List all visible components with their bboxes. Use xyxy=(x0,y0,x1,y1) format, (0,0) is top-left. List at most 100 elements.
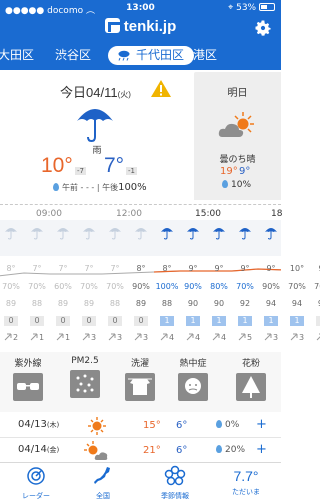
daily-row[interactable]: 04/13(木) 15° 6° 0% + xyxy=(0,414,281,438)
wind-arrow-icon xyxy=(238,333,246,341)
hourly-wind-speed: 3 xyxy=(284,333,310,342)
hourly-precip-prob: 90% xyxy=(132,282,150,291)
tab-minato[interactable]: 港区 xyxy=(193,46,217,65)
time-label: 09:00 xyxy=(36,209,62,219)
tomorrow-forecast[interactable]: 明日 曇のち晴 19° 9° 10% xyxy=(194,72,281,200)
hourly-humidity: 88 xyxy=(31,299,43,308)
hourly-rain-mm: 0 xyxy=(128,316,154,326)
hourly-temp: 9° xyxy=(266,264,276,273)
hourly-precip-prob: 90% xyxy=(184,282,202,291)
hourly-wind-speed: 3 xyxy=(102,333,128,342)
umbrella-icon xyxy=(83,228,95,240)
hourly-precip: 70% 70% 60% 70% 70% 90% 100% 90% 80% 70% 90% 70% 70% xyxy=(0,282,320,292)
wind-arrow-icon xyxy=(82,333,90,341)
today-precip: 午前 - - - | 午後100% xyxy=(53,182,147,193)
index-heatstroke[interactable]: 熱中症 xyxy=(171,356,215,405)
warning-icon[interactable] xyxy=(150,79,172,98)
umbrella-icon xyxy=(135,228,147,240)
daily-precip: 20% xyxy=(216,445,245,455)
hourly-rain-mm: 0 xyxy=(24,316,50,326)
battery-icon xyxy=(259,3,275,11)
hourly-forecast[interactable]: 09:00 12:00 15:00 18 8° 7° 7° 7° 7° 8° 8° 9° 9° 9… xyxy=(0,204,320,352)
hourly-temp: 7° xyxy=(110,264,120,273)
hourly-humidity: 94 xyxy=(310,299,320,308)
hourly-wind-speed: 4 xyxy=(310,333,320,342)
hourly-weather-icons xyxy=(0,226,281,252)
nav-season[interactable]: 季節情報 xyxy=(145,465,205,500)
wind-arrow-icon xyxy=(134,333,142,341)
pm25-icon xyxy=(70,370,100,398)
hourly-rain-mm: 0 xyxy=(0,316,24,326)
hourly-rain-mm: 0 xyxy=(50,316,76,326)
hourly-precip-prob: 70% xyxy=(28,282,46,291)
daily-date: 04/13(木) xyxy=(18,419,60,430)
hourly-rain-mm: 1 xyxy=(284,316,310,326)
wind-arrow-icon xyxy=(108,333,116,341)
wind-arrow-icon xyxy=(4,333,12,341)
umbrella-icon xyxy=(187,228,199,240)
app-header: tenki.jp xyxy=(0,18,281,40)
hourly-humidity: 88 xyxy=(161,299,173,308)
index-pollen[interactable]: 花粉 xyxy=(229,356,273,405)
expand-plus-icon[interactable]: + xyxy=(256,417,267,432)
daily-low: 6° xyxy=(176,445,188,456)
hourly-wind-speed: 3 xyxy=(128,333,154,342)
hourly-humidity: 92 xyxy=(239,299,251,308)
tab-ota[interactable]: 大田区 xyxy=(0,46,34,65)
hourly-humidity: 90 xyxy=(187,299,199,308)
hourly-rain-mm: 1 xyxy=(258,316,284,326)
hourly-wind-speed: 1 xyxy=(50,333,76,342)
today-forecast: 今日04/11(火) 雨 10° -7 7° -1 午前 - - - | 午後1… xyxy=(0,70,194,200)
tomorrow-precip: 10% xyxy=(222,180,251,190)
hourly-temp: 8° xyxy=(162,264,172,273)
battery-status: ⌖ 53% xyxy=(228,3,275,13)
tenki-logo-icon xyxy=(104,18,120,33)
hourly-rain-mm: 1 xyxy=(154,316,180,326)
daily-low: 6° xyxy=(176,420,188,431)
tab-shibuya[interactable]: 渋谷区 xyxy=(55,46,91,65)
nav-national[interactable]: 全国 xyxy=(73,465,133,500)
hourly-precip-prob: 70% xyxy=(106,282,124,291)
tomorrow-weather: 曇のち晴 xyxy=(219,155,256,165)
umbrella-icon xyxy=(5,228,17,240)
hourly-wind-speed: 4 xyxy=(180,333,206,342)
daily-precip: 0% xyxy=(216,420,239,430)
hourly-temp: 9° xyxy=(310,264,320,273)
nav-current-temp[interactable]: 7.7° ただいま xyxy=(216,465,276,497)
hourly-rain-mm: 1 xyxy=(180,316,206,326)
index-laundry[interactable]: 洗濯 xyxy=(118,356,162,405)
raindrop-icon xyxy=(53,183,59,191)
tab-chiyoda[interactable]: 千代田区 xyxy=(108,46,195,65)
hourly-precip-prob: 100% xyxy=(155,282,179,291)
expand-plus-icon[interactable]: + xyxy=(256,442,267,457)
wind-arrow-icon xyxy=(160,333,168,341)
gear-icon[interactable] xyxy=(253,18,273,38)
umbrella-icon xyxy=(239,228,251,240)
today-weather: 雨 xyxy=(92,146,102,156)
umbrella-icon xyxy=(57,228,69,240)
nav-radar[interactable]: レーダー xyxy=(6,465,66,500)
radar-icon xyxy=(27,467,45,485)
daily-row[interactable]: 04/14(金) 21° 6° 20% + xyxy=(0,439,281,463)
today-low: 7° xyxy=(104,154,125,177)
hourly-wind-speed: 3 xyxy=(258,333,284,342)
hourly-rain-mm: 1 xyxy=(232,316,258,326)
index-section: 紫外線 PM2.5 洗濯 熱中症 花粉 xyxy=(0,352,281,412)
tomorrow-label: 明日 xyxy=(227,88,248,99)
heatstroke-icon xyxy=(178,373,208,401)
hourly-precip-prob: 70% xyxy=(236,282,254,291)
hourly-wind-speed: 5 xyxy=(232,333,258,342)
hourly-precip-prob: 70% xyxy=(314,282,320,291)
raindrop-icon xyxy=(222,180,228,188)
hourly-temp: 9° xyxy=(188,264,198,273)
hourly-temp: 8° xyxy=(6,264,16,273)
hourly-precip-prob: 60% xyxy=(54,282,72,291)
index-uv[interactable]: 紫外線 xyxy=(6,356,50,405)
time-label: 15:00 xyxy=(195,209,221,219)
umbrella-icon xyxy=(31,228,43,240)
hourly-precip-prob: 70% xyxy=(2,282,20,291)
bottom-navigation: レーダー 全国 季節情報 7.7° ただいま xyxy=(0,462,281,500)
wind-arrow-icon xyxy=(30,333,38,341)
index-pm25[interactable]: PM2.5 xyxy=(63,356,107,402)
hourly-wind-speed: 4 xyxy=(154,333,180,342)
